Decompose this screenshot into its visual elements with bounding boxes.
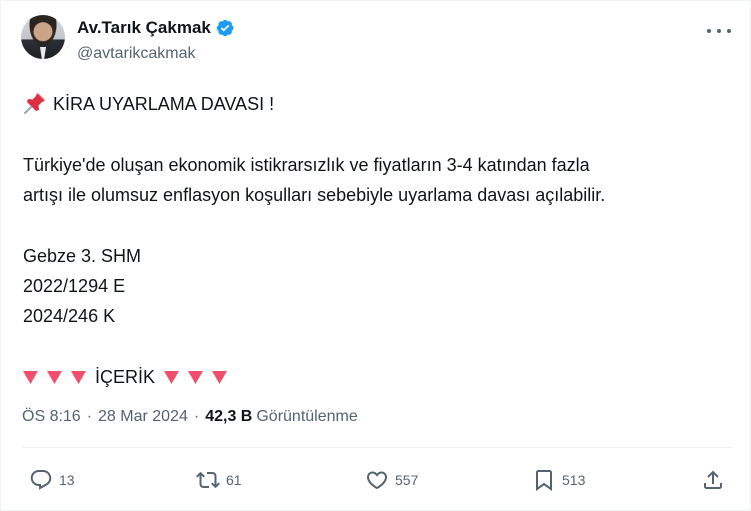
like-count: 557 <box>395 472 419 488</box>
retweet-count: 61 <box>226 472 242 488</box>
content-line: İÇERİK <box>23 362 733 392</box>
more-options-icon[interactable] <box>707 21 731 41</box>
tweet-actions-bar: 13 61 557 513 <box>1 463 751 499</box>
down-triangle-icon <box>23 371 38 384</box>
tweet-title: KİRA UYARLAMA DAVASI ! <box>53 94 275 114</box>
down-triangle-icon <box>188 371 204 384</box>
heart-icon <box>366 471 388 490</box>
author-handle[interactable]: @avtarikcakmak <box>77 45 196 63</box>
author-display-name[interactable]: Av.Tarık Çakmak <box>77 18 211 38</box>
views-label: Görüntülenme <box>256 408 358 425</box>
tweet-paragraph-line-1: Türkiye'de oluşan ekonomik istikrarsızlı… <box>23 155 590 175</box>
like-button[interactable]: 557 <box>365 465 418 495</box>
meta-separator: · <box>86 408 93 425</box>
down-triangle-icon <box>71 371 86 384</box>
tweet-title-line: KİRA UYARLAMA DAVASI ! <box>23 89 733 119</box>
actions-divider <box>22 447 732 448</box>
down-triangle-icon <box>47 371 62 384</box>
retweet-button[interactable]: 61 <box>196 465 242 495</box>
down-triangle-icon <box>164 371 180 384</box>
views-count[interactable]: 42,3 B <box>205 408 252 426</box>
reply-button[interactable]: 13 <box>29 465 75 495</box>
reply-icon <box>30 470 52 490</box>
author-name-row: Av.Tarık Çakmak <box>77 17 235 39</box>
retweet-icon <box>196 471 220 489</box>
bookmark-count: 513 <box>562 472 586 488</box>
pushpin-icon <box>23 91 47 115</box>
verified-badge-icon[interactable] <box>215 18 235 38</box>
case-number-k: 2024/246 K <box>23 306 116 326</box>
tweet-paragraph-line-2: artışı ile olumsuz enflasyon koşulları s… <box>23 185 606 205</box>
share-button[interactable] <box>701 465 725 495</box>
tweet-time[interactable]: ÖS 8:16 <box>22 408 81 426</box>
down-triangle-icon <box>212 371 228 384</box>
content-label: İÇERİK <box>95 367 156 387</box>
meta-separator: · <box>193 408 200 425</box>
court-name: Gebze 3. SHM <box>23 246 142 266</box>
tweet-date[interactable]: 28 Mar 2024 <box>98 408 188 426</box>
bookmark-icon <box>536 470 552 491</box>
share-icon <box>704 470 722 489</box>
tweet-meta: ÖS 8:16 · 28 Mar 2024 · 42,3 B Görüntüle… <box>22 405 358 429</box>
tweet-body: KİRA UYARLAMA DAVASI ! Türkiye'de oluşan… <box>23 89 733 392</box>
reply-count: 13 <box>59 472 75 488</box>
bookmark-button[interactable]: 513 <box>532 465 585 495</box>
author-avatar[interactable] <box>21 15 65 59</box>
case-number-e: 2022/1294 E <box>23 276 126 296</box>
tweet-card: Av.Tarık Çakmak @avtarikcakmak KİRA UYAR… <box>0 0 751 511</box>
